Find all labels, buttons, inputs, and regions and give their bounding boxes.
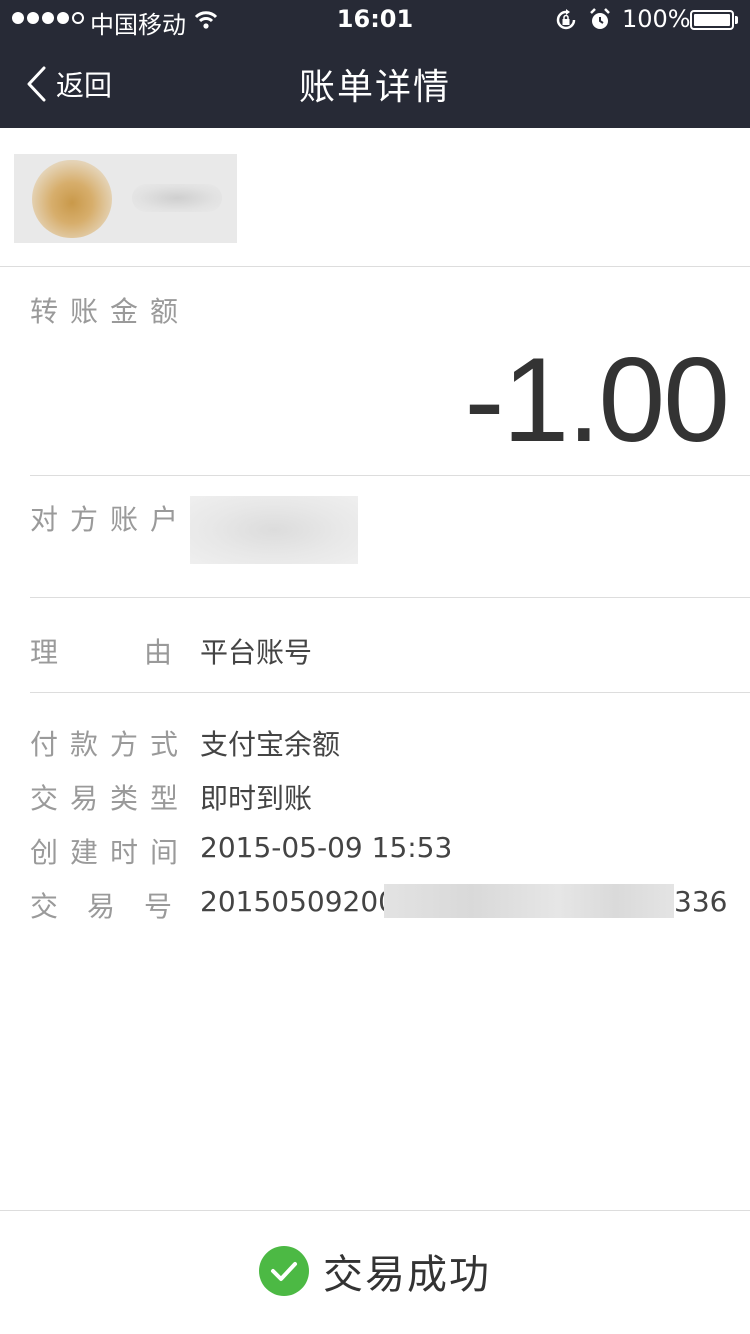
transaction-number-label-2: 易 [87, 890, 128, 923]
transaction-number-label-3: 号 [144, 890, 185, 923]
rotation-lock-icon [554, 8, 578, 38]
page-title: 账单详情 [298, 67, 451, 108]
battery-percentage: 100% [622, 5, 691, 33]
checkmark-icon [259, 1246, 309, 1296]
transaction-number-blurred [384, 884, 674, 918]
amount-label: 转账金额 [30, 295, 191, 328]
navigation-bar: 中国移动 16:01 100% 返回 账单详情 [0, 0, 750, 128]
transaction-type-label: 交易类型 [30, 782, 191, 815]
created-time-value: 2015-05-09 15:53 [200, 831, 453, 864]
payment-method-label: 付款方式 [30, 728, 191, 761]
status-bar: 中国移动 16:01 100% [0, 0, 750, 40]
reason-value: 平台账号 [200, 636, 313, 669]
counterparty-account-label: 对方账户 [30, 503, 191, 536]
divider [0, 266, 750, 267]
transaction-number-label-1: 交 [30, 890, 71, 923]
transaction-type-value: 即时到账 [200, 782, 313, 815]
user-name-blurred [132, 184, 222, 212]
reason-label-1: 理 [30, 636, 71, 669]
divider [30, 692, 750, 693]
payment-method-value: 支付宝余额 [200, 728, 341, 761]
created-time-label: 创建时间 [30, 836, 191, 869]
avatar [32, 160, 112, 238]
amount-value: -1.00 [464, 333, 730, 467]
divider [30, 597, 750, 598]
battery-icon [690, 10, 734, 30]
alarm-icon [589, 8, 611, 38]
counterparty-user-blurred[interactable] [14, 154, 237, 243]
transaction-status-text: 交易成功 [323, 1252, 491, 1298]
transaction-status: 交易成功 [0, 1242, 750, 1300]
counterparty-account-blurred [190, 496, 358, 564]
transaction-number-suffix: 336 [674, 885, 728, 918]
reason-label-2: 由 [144, 636, 185, 669]
transaction-number-prefix: 201505092000 [200, 885, 414, 918]
divider [0, 1210, 750, 1211]
divider [30, 475, 750, 476]
